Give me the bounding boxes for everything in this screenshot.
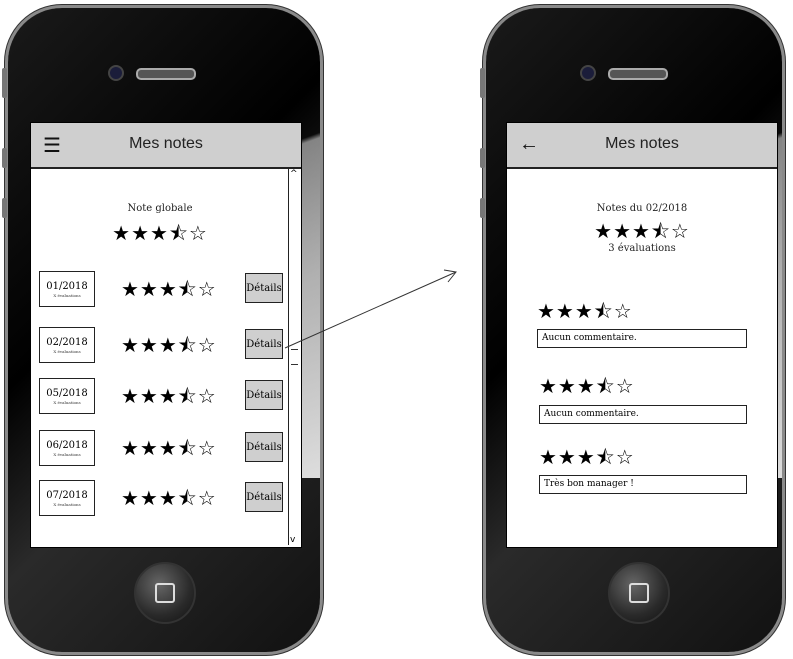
page-title: Mes notes <box>129 135 203 152</box>
title-bar: ☰ Mes notes <box>31 123 301 169</box>
camera-icon <box>108 65 124 81</box>
scrollbar[interactable]: ^ v <box>288 169 301 545</box>
rating-stars: ★★★⯪☆ <box>121 384 217 408</box>
scroll-down-icon[interactable]: v <box>290 535 295 545</box>
list-item: 06/2018 X évaluations ★★★⯪☆ Détails <box>39 430 285 470</box>
comment-field: Aucun commentaire. <box>539 405 747 424</box>
side-button <box>2 68 7 98</box>
review-stars: ★★★⯪☆ <box>539 374 635 398</box>
count-label: X évaluations <box>53 349 81 354</box>
list-item: 05/2018 X évaluations ★★★⯪☆ Détails <box>39 378 285 418</box>
details-button[interactable]: Détails <box>245 380 283 410</box>
side-button <box>2 198 7 218</box>
details-button[interactable]: Détails <box>245 432 283 462</box>
title-bar: ← Mes notes <box>507 123 777 169</box>
review-stars: ★★★⯪☆ <box>537 299 633 323</box>
phone-right: ← Mes notes Notes du 02/2018 ★★★⯪☆ 3 éva… <box>480 8 782 652</box>
date-label: 05/2018 <box>46 388 88 399</box>
date-box: 06/2018 X évaluations <box>39 430 95 466</box>
list-item: 01/2018 X évaluations ★★★⯪☆ Détails <box>39 271 285 311</box>
rating-stars: ★★★⯪☆ <box>121 436 217 460</box>
date-box: 07/2018 X évaluations <box>39 480 95 516</box>
details-button[interactable]: Détails <box>245 482 283 512</box>
comment-field: Aucun commentaire. <box>537 329 747 348</box>
date-box: 01/2018 X évaluations <box>39 271 95 307</box>
count-label: X évaluations <box>53 452 81 457</box>
period-label: Notes du 02/2018 <box>596 203 688 214</box>
date-label: 07/2018 <box>46 490 88 501</box>
side-button <box>2 148 7 168</box>
global-stars: ★★★⯪☆ <box>112 221 208 245</box>
count-label: X évaluations <box>53 400 81 405</box>
speaker-grille <box>608 68 668 80</box>
rating-stars: ★★★⯪☆ <box>121 277 217 301</box>
side-button <box>480 198 485 218</box>
page-title: Mes notes <box>605 135 679 152</box>
details-button[interactable]: Détails <box>245 273 283 303</box>
phone-left: ☰ Mes notes Note globale ★★★⯪☆ 01/2018 X… <box>2 8 320 652</box>
rating-stars: ★★★⯪☆ <box>121 486 217 510</box>
details-button[interactable]: Détails <box>245 329 283 359</box>
speaker-grille <box>136 68 196 80</box>
review-stars: ★★★⯪☆ <box>539 445 635 469</box>
global-label: Note globale <box>127 203 193 214</box>
scroll-thumb[interactable] <box>291 349 298 365</box>
camera-icon <box>580 65 596 81</box>
home-button[interactable] <box>608 562 670 624</box>
count-label: X évaluations <box>53 502 81 507</box>
list-item: 02/2018 X évaluations ★★★⯪☆ Détails <box>39 327 285 367</box>
date-box: 05/2018 X évaluations <box>39 378 95 414</box>
home-square-icon <box>155 583 175 603</box>
screen-list: ☰ Mes notes Note globale ★★★⯪☆ 01/2018 X… <box>30 122 302 548</box>
home-square-icon <box>629 583 649 603</box>
date-label: 02/2018 <box>46 337 88 348</box>
side-button <box>480 148 485 168</box>
scroll-up-icon[interactable]: ^ <box>290 169 298 179</box>
home-button[interactable] <box>134 562 196 624</box>
screen-detail: ← Mes notes Notes du 02/2018 ★★★⯪☆ 3 éva… <box>506 122 778 548</box>
date-box: 02/2018 X évaluations <box>39 327 95 363</box>
count-label: X évaluations <box>53 293 81 298</box>
rating-stars: ★★★⯪☆ <box>121 333 217 357</box>
list-item: 07/2018 X évaluations ★★★⯪☆ Détails <box>39 480 285 520</box>
review-count: 3 évaluations <box>608 243 676 254</box>
date-label: 06/2018 <box>46 440 88 451</box>
comment-field: Très bon manager ! <box>539 475 747 494</box>
date-label: 01/2018 <box>46 281 88 292</box>
side-button <box>480 68 485 98</box>
